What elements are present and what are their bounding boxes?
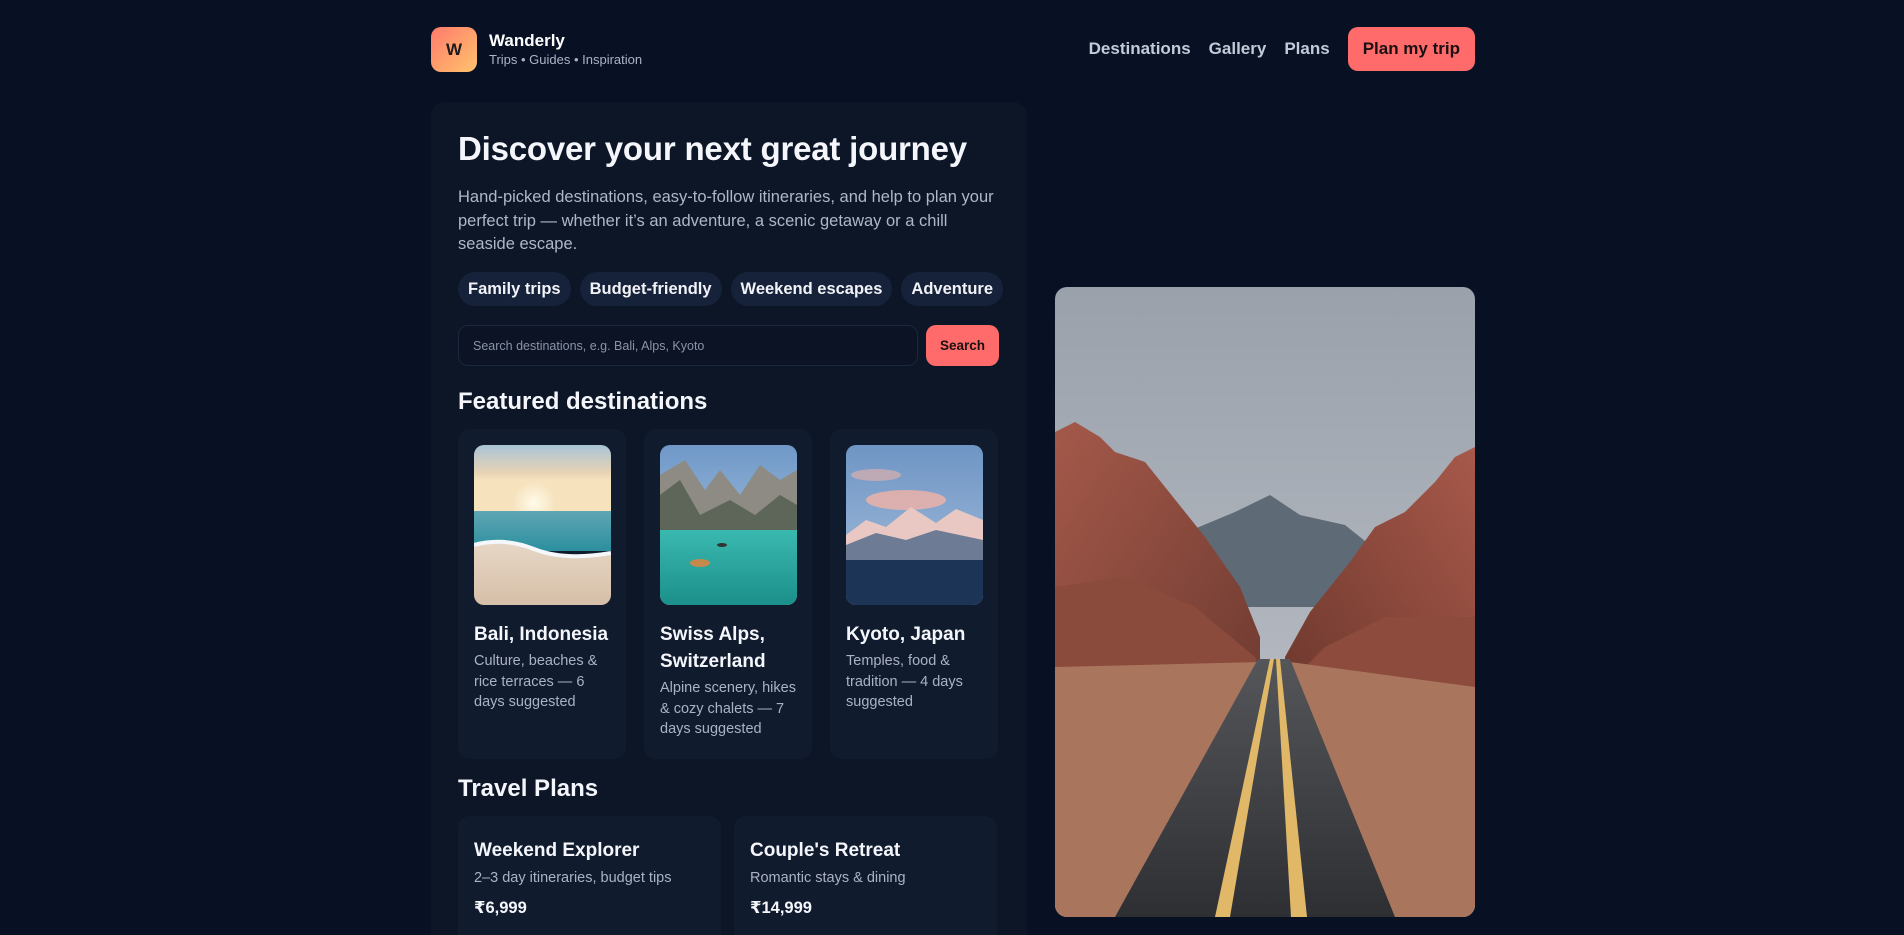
search-input[interactable]: [458, 325, 918, 366]
search-button[interactable]: Search: [926, 325, 999, 366]
destination-name: Bali, Indonesia: [474, 624, 609, 645]
nav-link-gallery[interactable]: Gallery: [1209, 39, 1267, 59]
chip-adventure[interactable]: Adventure: [901, 272, 1004, 306]
destination-description: Alpine scenery, hikes & cozy chalets — 7…: [660, 680, 796, 737]
plan-card-weekend-explorer[interactable]: Weekend Explorer 2–3 day itineraries, bu…: [458, 816, 721, 935]
chip-budget-friendly[interactable]: Budget-friendly: [579, 272, 722, 306]
destination-card-kyoto[interactable]: Kyoto, Japan Temples, food & tradition —…: [830, 429, 998, 759]
plan-description: 2–3 day itineraries, budget tips: [474, 870, 672, 886]
destination-name: Swiss Alps, Switzerland: [660, 624, 766, 672]
plan-price: ₹6,999: [474, 899, 527, 917]
desert-road-illustration: [1055, 287, 1475, 917]
destination-card-bali[interactable]: Bali, Indonesia Culture, beaches & rice …: [458, 429, 626, 759]
destination-card-swiss-alps[interactable]: Swiss Alps, Switzerland Alpine scenery, …: [644, 429, 812, 759]
destination-description: Culture, beaches & rice terraces — 6 day…: [474, 653, 598, 710]
search-bar: Search: [458, 325, 999, 366]
plan-my-trip-button[interactable]: Plan my trip: [1347, 27, 1475, 71]
brand[interactable]: W Wanderly Trips • Guides • Inspiration: [431, 27, 642, 72]
brand-name: Wanderly: [489, 31, 565, 50]
plan-card-couples-retreat[interactable]: Couple's Retreat Romantic stays & dining…: [734, 816, 997, 935]
logo: W: [431, 27, 477, 72]
page: W Wanderly Trips • Guides • Inspiration …: [0, 0, 1904, 935]
featured-destinations-title: Featured destinations: [458, 388, 708, 415]
plan-name: Weekend Explorer: [474, 840, 640, 861]
main-nav: Destinations Gallery Plans Plan my trip: [1089, 27, 1475, 71]
desert-road-image: [1055, 287, 1475, 917]
destination-description: Temples, food & tradition — 4 days sugge…: [846, 653, 963, 710]
nav-link-destinations[interactable]: Destinations: [1089, 39, 1191, 59]
hero-title: Discover your next great journey: [458, 130, 967, 167]
plan-price: ₹14,999: [750, 899, 812, 917]
plan-name: Couple's Retreat: [750, 840, 901, 861]
plans-list: Weekend Explorer 2–3 day itineraries, bu…: [458, 816, 1010, 935]
content-panel: Discover your next great journey Hand-pi…: [431, 102, 1027, 935]
destination-name: Kyoto, Japan: [846, 624, 966, 645]
snowy-mountains-image: [846, 445, 983, 605]
plan-description: Romantic stays & dining: [750, 870, 906, 886]
chip-weekend-escapes[interactable]: Weekend escapes: [730, 272, 893, 306]
alpine-lake-image: [660, 445, 797, 605]
brand-text: Wanderly Trips • Guides • Inspiration: [489, 30, 642, 69]
nav-link-plans[interactable]: Plans: [1284, 39, 1329, 59]
filter-chips: Family trips Budget-friendly Weekend esc…: [458, 272, 1012, 306]
brand-tagline: Trips • Guides • Inspiration: [489, 52, 643, 67]
hero-subtitle: Hand-picked destinations, easy-to-follow…: [458, 188, 994, 253]
beach-sunset-image: [474, 445, 611, 605]
chip-family-trips[interactable]: Family trips: [458, 272, 571, 306]
destination-list: Bali, Indonesia Culture, beaches & rice …: [458, 429, 998, 759]
travel-plans-title: Travel Plans: [458, 775, 599, 802]
